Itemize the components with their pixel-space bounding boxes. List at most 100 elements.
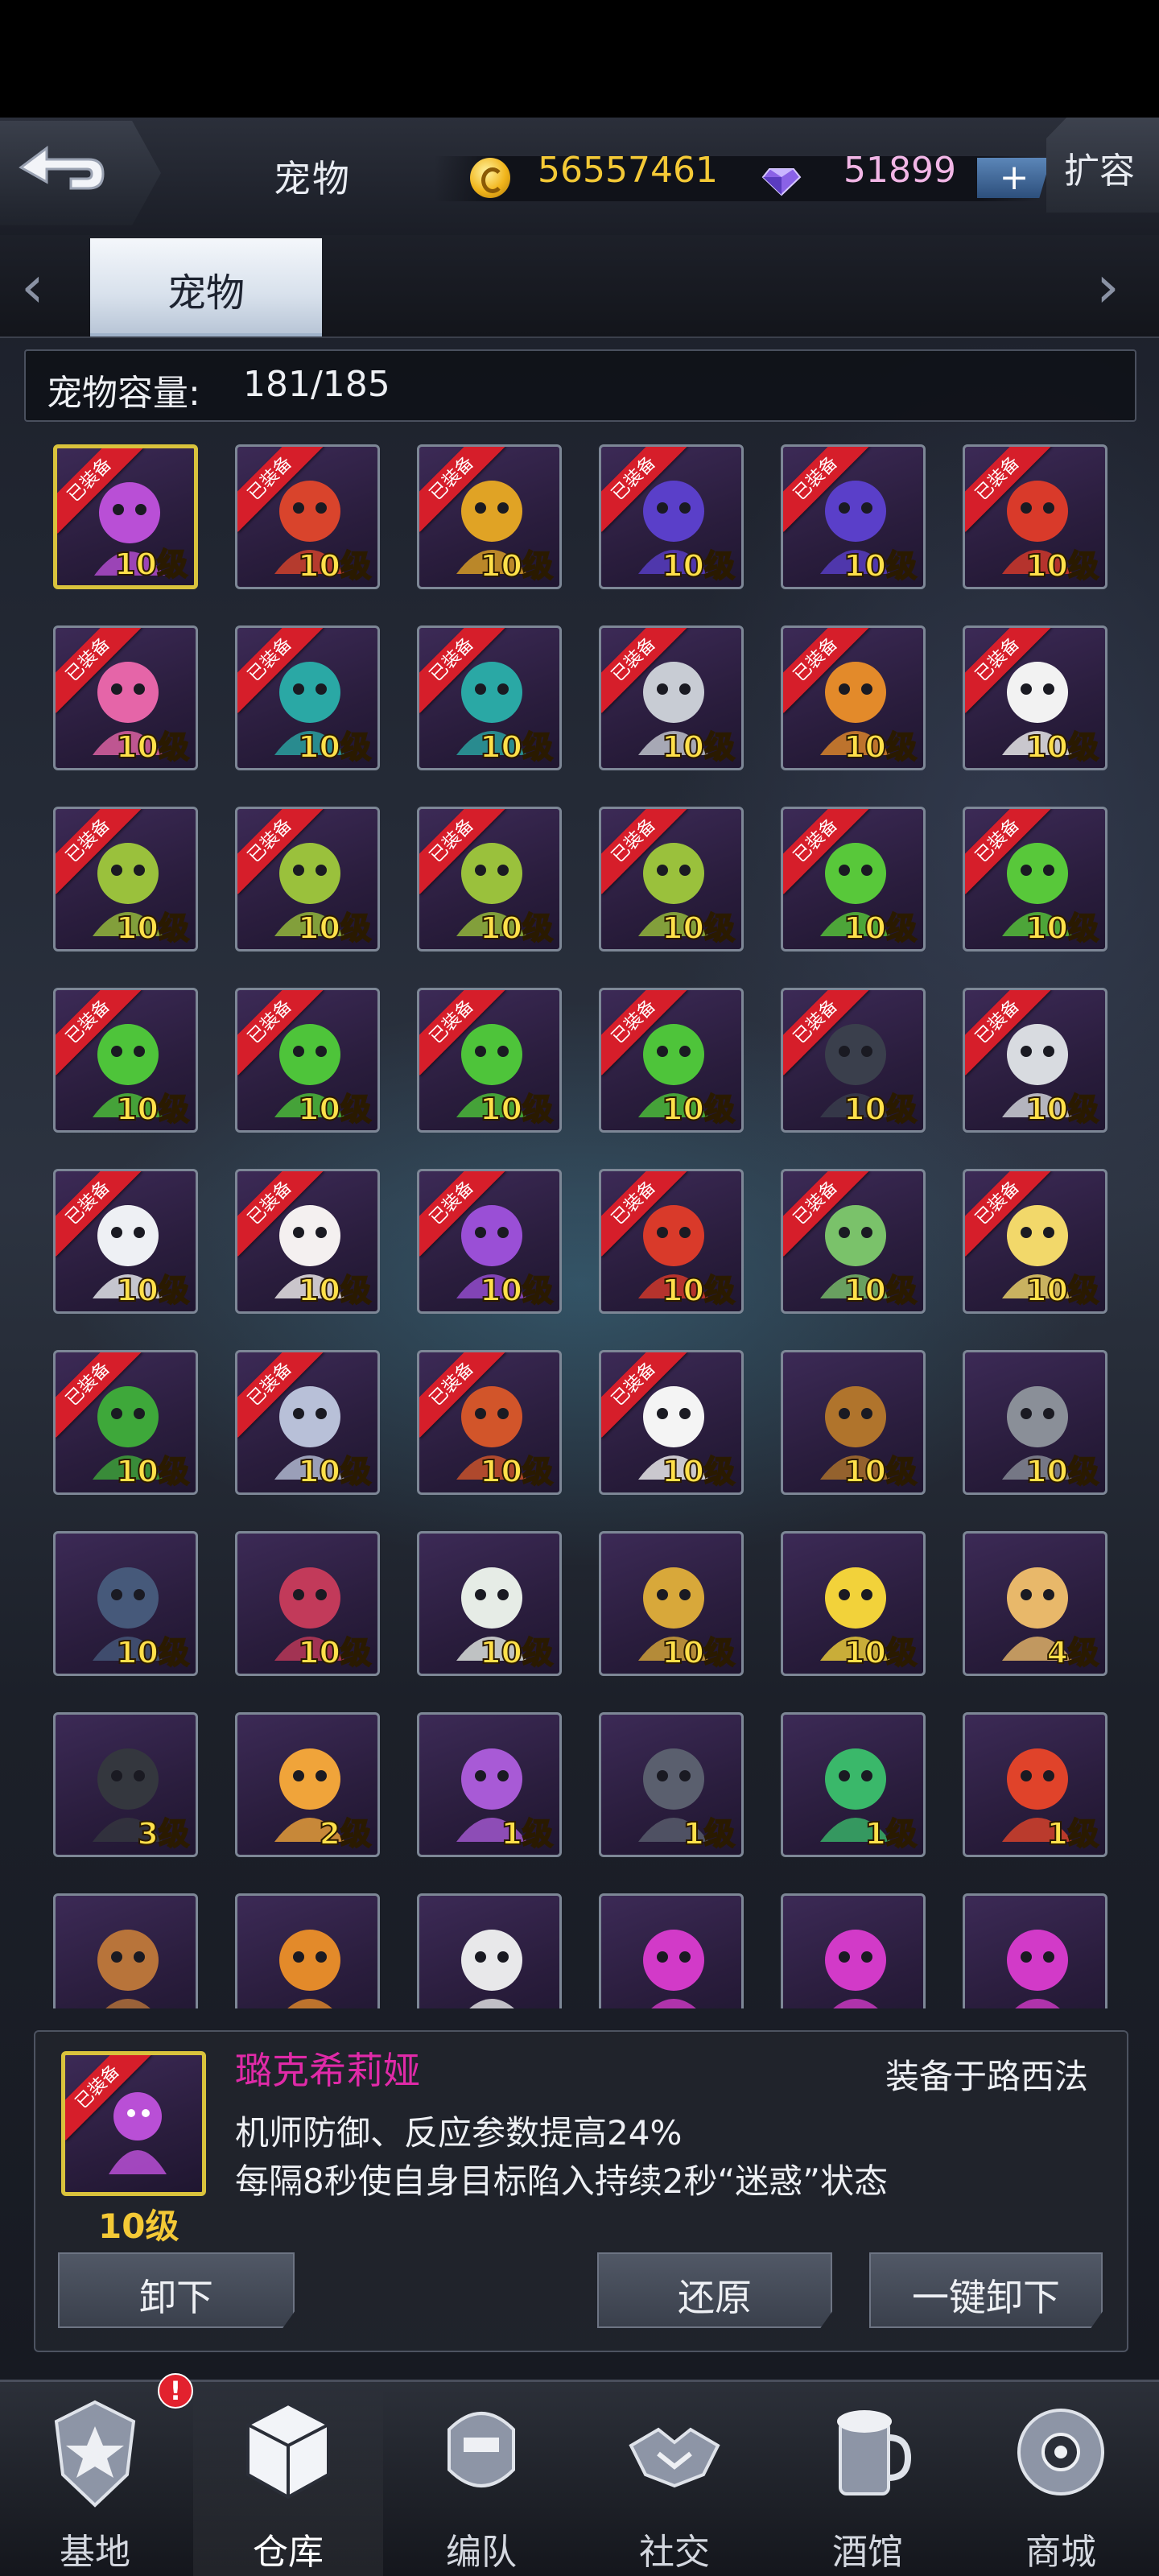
pet-level: 1级 [501, 1815, 554, 1852]
pet-card[interactable] [417, 1893, 562, 2008]
pet-card[interactable] [53, 1893, 198, 2008]
pet-card[interactable]: 1级 [599, 1712, 744, 1857]
pet-level: 10级 [661, 1453, 736, 1490]
nav-shop-label: 商城 [1025, 2532, 1096, 2573]
status-bar [0, 0, 1159, 118]
pet-card[interactable]: 已装备 10级 [417, 988, 562, 1133]
pet-card[interactable]: 已装备 10级 [781, 625, 926, 770]
base-icon [54, 2400, 136, 2508]
pet-card[interactable]: 已装备 10级 [235, 988, 380, 1133]
unequip-all-button[interactable]: 一键卸下 [869, 2252, 1103, 2328]
pet-card[interactable]: 已装备 10级 [235, 444, 380, 589]
pet-card[interactable]: 已装备 10级 [963, 988, 1107, 1133]
pet-card[interactable]: 10级 [963, 1350, 1107, 1495]
diamond-icon [761, 168, 802, 196]
expand-label[interactable]: 扩容 [1064, 142, 1135, 193]
pet-card[interactable] [235, 1893, 380, 2008]
pet-card[interactable]: 已装备 10级 [53, 444, 198, 589]
pet-card[interactable]: 1级 [417, 1712, 562, 1857]
pet-card[interactable]: 已装备 10级 [781, 444, 926, 589]
pet-card[interactable]: 10级 [781, 1531, 926, 1676]
pet-card[interactable]: 已装备 10级 [963, 807, 1107, 952]
detail-pet-name: 璐克希莉娅 [235, 2049, 420, 2092]
pet-card[interactable]: 3级 [53, 1712, 198, 1857]
pet-card[interactable]: 已装备 10级 [417, 1169, 562, 1314]
pet-level: 10级 [1025, 910, 1099, 947]
nav-shop[interactable]: 商城 [966, 2383, 1156, 2576]
nav-formation[interactable]: 编队 [386, 2383, 576, 2576]
pet-card[interactable]: 已装备 10级 [417, 807, 562, 952]
pet-level: 10级 [1025, 729, 1099, 766]
pet-level: 10级 [661, 910, 736, 947]
pet-card[interactable]: 10级 [417, 1531, 562, 1676]
pet-card[interactable]: 已装备 10级 [599, 1350, 744, 1495]
pet-card[interactable]: 已装备 10级 [417, 625, 562, 770]
pet-card[interactable]: 已装备 10级 [235, 1350, 380, 1495]
pet-card[interactable]: 1级 [781, 1712, 926, 1857]
nav-base-label: 基地 [60, 2532, 130, 2573]
pet-card[interactable]: 已装备 10级 [417, 1350, 562, 1495]
pet-card[interactable]: 2级 [235, 1712, 380, 1857]
shop-orb-icon [1017, 2409, 1104, 2496]
pet-level: 10级 [843, 1634, 918, 1671]
pet-card[interactable]: 10级 [781, 1350, 926, 1495]
pet-card[interactable]: 已装备 10级 [53, 1350, 198, 1495]
pet-card[interactable]: 已装备 10级 [53, 1169, 198, 1314]
add-diamonds-button[interactable]: + [977, 158, 1051, 198]
tab-prev-chevron-icon[interactable]: ‹ [21, 254, 61, 319]
pet-level: 10级 [479, 547, 554, 584]
pet-portrait-icon [461, 1930, 522, 2008]
pet-card[interactable]: 已装备 10级 [235, 1169, 380, 1314]
pet-card[interactable]: 10级 [235, 1531, 380, 1676]
pet-card[interactable]: 已装备 10级 [781, 807, 926, 952]
capacity-value: 181/185 [243, 364, 390, 405]
pet-card[interactable]: 已装备 10级 [963, 625, 1107, 770]
pet-card[interactable] [781, 1893, 926, 2008]
pet-card[interactable]: 已装备 10级 [963, 444, 1107, 589]
pet-card[interactable]: 已装备 10级 [599, 1169, 744, 1314]
pet-card[interactable] [963, 1893, 1107, 2008]
pet-level: 3级 [137, 1815, 190, 1852]
pet-card[interactable]: 已装备 10级 [235, 625, 380, 770]
pet-card[interactable]: 10级 [599, 1531, 744, 1676]
nav-social[interactable]: 社交 [580, 2383, 769, 2576]
pet-card[interactable]: 已装备 10级 [599, 625, 744, 770]
back-button[interactable] [0, 121, 161, 225]
pet-level: 10级 [115, 1091, 190, 1128]
pet-level: 1级 [864, 1815, 918, 1852]
pet-card[interactable]: 1级 [963, 1712, 1107, 1857]
pet-portrait-icon [97, 1930, 159, 2008]
nav-tavern[interactable]: 酒馆 [773, 2383, 963, 2576]
pet-level: 10级 [115, 1453, 190, 1490]
tavern-mug-icon [837, 2410, 912, 2496]
pet-card[interactable]: 已装备 10级 [599, 444, 744, 589]
pet-level: 10级 [115, 729, 190, 766]
pet-card[interactable]: 10级 [53, 1531, 198, 1676]
pet-card[interactable]: 已装备 10级 [781, 988, 926, 1133]
pet-portrait-icon [279, 1930, 340, 2008]
pet-card[interactable]: 已装备 10级 [53, 625, 198, 770]
pet-card[interactable]: 已装备 10级 [599, 988, 744, 1133]
restore-button[interactable]: 还原 [597, 2252, 832, 2328]
pet-level: 10级 [843, 910, 918, 947]
tab-pet[interactable]: 宠物 [90, 238, 322, 336]
pet-card[interactable]: 已装备 10级 [599, 807, 744, 952]
gold-coin-icon [470, 158, 510, 198]
pet-card[interactable]: 已装备 10级 [781, 1169, 926, 1314]
pet-card[interactable]: 已装备 10级 [963, 1169, 1107, 1314]
effect-line-2: 每隔8秒使自身目标陷入持续2秒“迷惑”状态 [235, 2161, 888, 2201]
pet-level: 10级 [661, 729, 736, 766]
pet-card[interactable]: 已装备 10级 [53, 988, 198, 1133]
pet-card[interactable]: 已装备 10级 [417, 444, 562, 589]
pet-card[interactable]: 4级 [963, 1531, 1107, 1676]
pet-level: 10级 [843, 1091, 918, 1128]
pet-card[interactable]: 已装备 10级 [53, 807, 198, 952]
unequip-button[interactable]: 卸下 [58, 2252, 295, 2328]
tab-next-chevron-icon[interactable]: › [1096, 254, 1136, 319]
page-title: 宠物 [274, 157, 351, 200]
pet-card[interactable] [599, 1893, 744, 2008]
equipped-on-text: 装备于路西法 [885, 2057, 1089, 2096]
pet-card[interactable]: 已装备 10级 [235, 807, 380, 952]
nav-base[interactable]: 基地 [0, 2383, 190, 2576]
nav-warehouse[interactable]: 仓库 [193, 2383, 383, 2576]
